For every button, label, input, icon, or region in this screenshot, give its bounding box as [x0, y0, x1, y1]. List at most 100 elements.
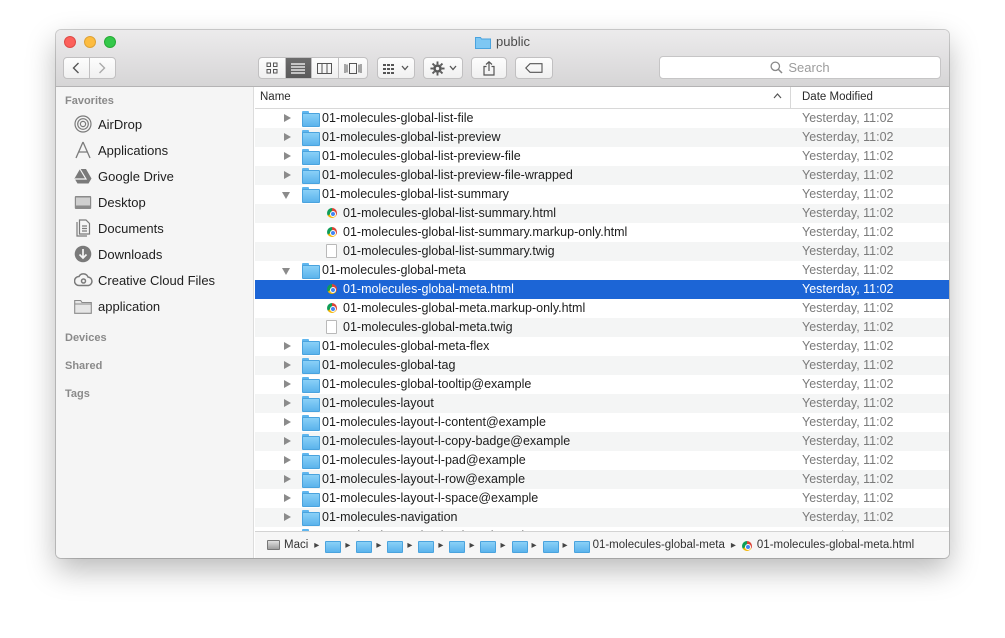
forward-icon [99, 62, 106, 74]
view-mode-group [258, 57, 368, 79]
sidebar-section-shared[interactable]: Shared [65, 360, 102, 372]
cover-flow-button[interactable] [339, 58, 367, 78]
disclosure-closed-icon[interactable] [284, 380, 291, 388]
row-name: 01-molecules-global-meta.html [343, 282, 514, 296]
path-crumb-folder[interactable] [418, 540, 435, 553]
sidebar-item-documents[interactable]: Documents [73, 216, 164, 240]
search-input[interactable]: Search [659, 56, 941, 79]
row-date-modified: Yesterday, 11:02 [802, 244, 894, 258]
row-name: 01-molecules-layout-l-row@example [322, 472, 526, 486]
folder-row[interactable]: 01-molecules-global-list-summary Yesterda… [255, 185, 949, 204]
disclosure-closed-icon[interactable] [284, 361, 291, 369]
folder-icon [302, 472, 320, 488]
disclosure-open-icon[interactable] [282, 268, 290, 275]
share-icon [483, 60, 495, 76]
disclosure-closed-icon[interactable] [284, 456, 291, 464]
group-button[interactable] [377, 57, 415, 79]
file-row[interactable]: 01-molecules-global-list-summary.html Yes… [255, 204, 949, 223]
path-crumb-disk[interactable]: Maci [267, 539, 308, 551]
folder-row[interactable]: 01-molecules-layout-l-pad@example Yesterd… [255, 451, 949, 470]
row-date-modified: Yesterday, 11:02 [802, 301, 894, 315]
file-row[interactable]: 01-molecules-global-meta.html Yesterday, … [255, 280, 949, 299]
folder-row[interactable]: 01-molecules-global-list-preview-file Yes… [255, 147, 949, 166]
folder-row[interactable]: 01-molecules-layout-l-row@example Yesterd… [255, 470, 949, 489]
folder-row[interactable]: 01-molecules-layout-l-space@example Yeste… [255, 489, 949, 508]
sidebar-item-creative-cloud-files[interactable]: Creative Cloud Files [73, 268, 215, 292]
path-crumb-parent[interactable]: 01-molecules-global-meta [573, 539, 725, 553]
folder-row[interactable]: 01-molecules-layout-l-copy-badge@example… [255, 432, 949, 451]
file-row[interactable]: 01-molecules-global-meta.markup-only.htm… [255, 299, 949, 318]
forward-button[interactable] [90, 58, 115, 78]
titlebar: public Search [56, 30, 949, 87]
sidebar-item-google-drive[interactable]: Google Drive [73, 164, 174, 188]
column-divider[interactable] [790, 87, 791, 109]
folder-row[interactable]: 01-molecules-global-tooltip@example Yeste… [255, 375, 949, 394]
row-date-modified: Yesterday, 11:02 [802, 320, 894, 334]
file-row[interactable]: 01-molecules-global-list-summary.markup-… [255, 223, 949, 242]
row-name: 01-molecules-global-list-preview-file-wr… [322, 168, 573, 182]
sidebar-section-tags[interactable]: Tags [65, 388, 90, 400]
path-crumb-folder[interactable] [387, 540, 404, 553]
folder-row[interactable]: 01-molecules-global-list-preview Yesterda… [255, 128, 949, 147]
disclosure-closed-icon[interactable] [284, 114, 291, 122]
sort-ascending-icon [773, 91, 782, 101]
file-row[interactable]: 01-molecules-global-list-summary.twig Yes… [255, 242, 949, 261]
share-button[interactable] [471, 57, 507, 79]
column-header-date-modified[interactable]: Date Modified [802, 91, 873, 103]
path-crumb-file[interactable]: 01-molecules-global-meta.html [741, 539, 915, 551]
disclosure-closed-icon[interactable] [284, 399, 291, 407]
file-row[interactable]: 01-molecules-global-meta.twig Yesterday, … [255, 318, 949, 337]
list-view-button[interactable] [285, 58, 313, 78]
document-file-icon [326, 320, 337, 334]
sidebar-item-desktop[interactable]: Desktop [73, 190, 146, 214]
folder-row[interactable]: 01-molecules-global-meta Yesterday, 11:02 [255, 261, 949, 280]
tag-icon [525, 63, 543, 73]
disclosure-closed-icon[interactable] [284, 475, 291, 483]
disclosure-closed-icon[interactable] [284, 513, 291, 521]
disclosure-closed-icon[interactable] [284, 494, 291, 502]
row-name: 01-molecules-global-list-summary [322, 187, 509, 201]
path-crumb-folder[interactable] [325, 540, 342, 553]
row-date-modified: Yesterday, 11:02 [802, 510, 894, 524]
path-crumb-folder[interactable] [449, 540, 466, 553]
path-crumb-label: 01-molecules-global-meta [592, 539, 725, 551]
folder-icon [302, 415, 320, 431]
folder-row[interactable]: 01-molecules-global-tag Yesterday, 11:02 [255, 356, 949, 375]
sidebar-section-devices[interactable]: Devices [65, 332, 107, 344]
sidebar-item-downloads[interactable]: Downloads [73, 242, 162, 266]
sidebar-item-airdrop[interactable]: AirDrop [73, 112, 142, 136]
path-crumb-folder[interactable] [542, 540, 559, 553]
disclosure-closed-icon[interactable] [284, 152, 291, 160]
disclosure-closed-icon[interactable] [284, 418, 291, 426]
folder-row[interactable]: 01-molecules-layout Yesterday, 11:02 [255, 394, 949, 413]
folder-row[interactable]: 01-molecules-global-meta-flex Yesterday, … [255, 337, 949, 356]
path-crumb-label: 01-molecules-global-meta.html [756, 539, 915, 551]
window-title-text: public [496, 34, 530, 49]
sidebar-item-applications[interactable]: Applications [73, 138, 168, 162]
column-header-name[interactable]: Name [260, 91, 291, 103]
chevron-down-icon [449, 65, 456, 71]
disclosure-closed-icon[interactable] [284, 171, 291, 179]
folder-row[interactable]: 01-molecules-layout-l-content@example Yes… [255, 413, 949, 432]
disclosure-open-icon[interactable] [282, 192, 290, 199]
folder-row[interactable]: 01-molecules-navigation Yesterday, 11:02 [255, 508, 949, 527]
icon-view-button[interactable] [259, 58, 286, 78]
disclosure-closed-icon[interactable] [284, 437, 291, 445]
sidebar-item-label: Creative Cloud Files [98, 272, 216, 288]
column-view-button[interactable] [312, 58, 339, 78]
tag-button[interactable] [515, 57, 553, 79]
path-separator-icon: ▸ [730, 539, 736, 551]
path-crumb-folder[interactable] [480, 540, 497, 553]
disclosure-closed-icon[interactable] [284, 342, 291, 350]
folder-row[interactable]: 01-molecules-global-list-file Yesterday, … [255, 109, 949, 128]
action-button[interactable] [423, 57, 463, 79]
list-view-icon [291, 62, 306, 74]
sidebar-item-label: application [98, 298, 161, 314]
back-button[interactable] [64, 58, 90, 78]
disclosure-closed-icon[interactable] [284, 133, 291, 141]
folder-icon [302, 434, 320, 450]
path-crumb-folder[interactable] [511, 540, 528, 553]
folder-row[interactable]: 01-molecules-global-list-preview-file-wr… [255, 166, 949, 185]
sidebar-item-application[interactable]: application [73, 294, 160, 318]
path-crumb-folder[interactable] [356, 540, 373, 553]
